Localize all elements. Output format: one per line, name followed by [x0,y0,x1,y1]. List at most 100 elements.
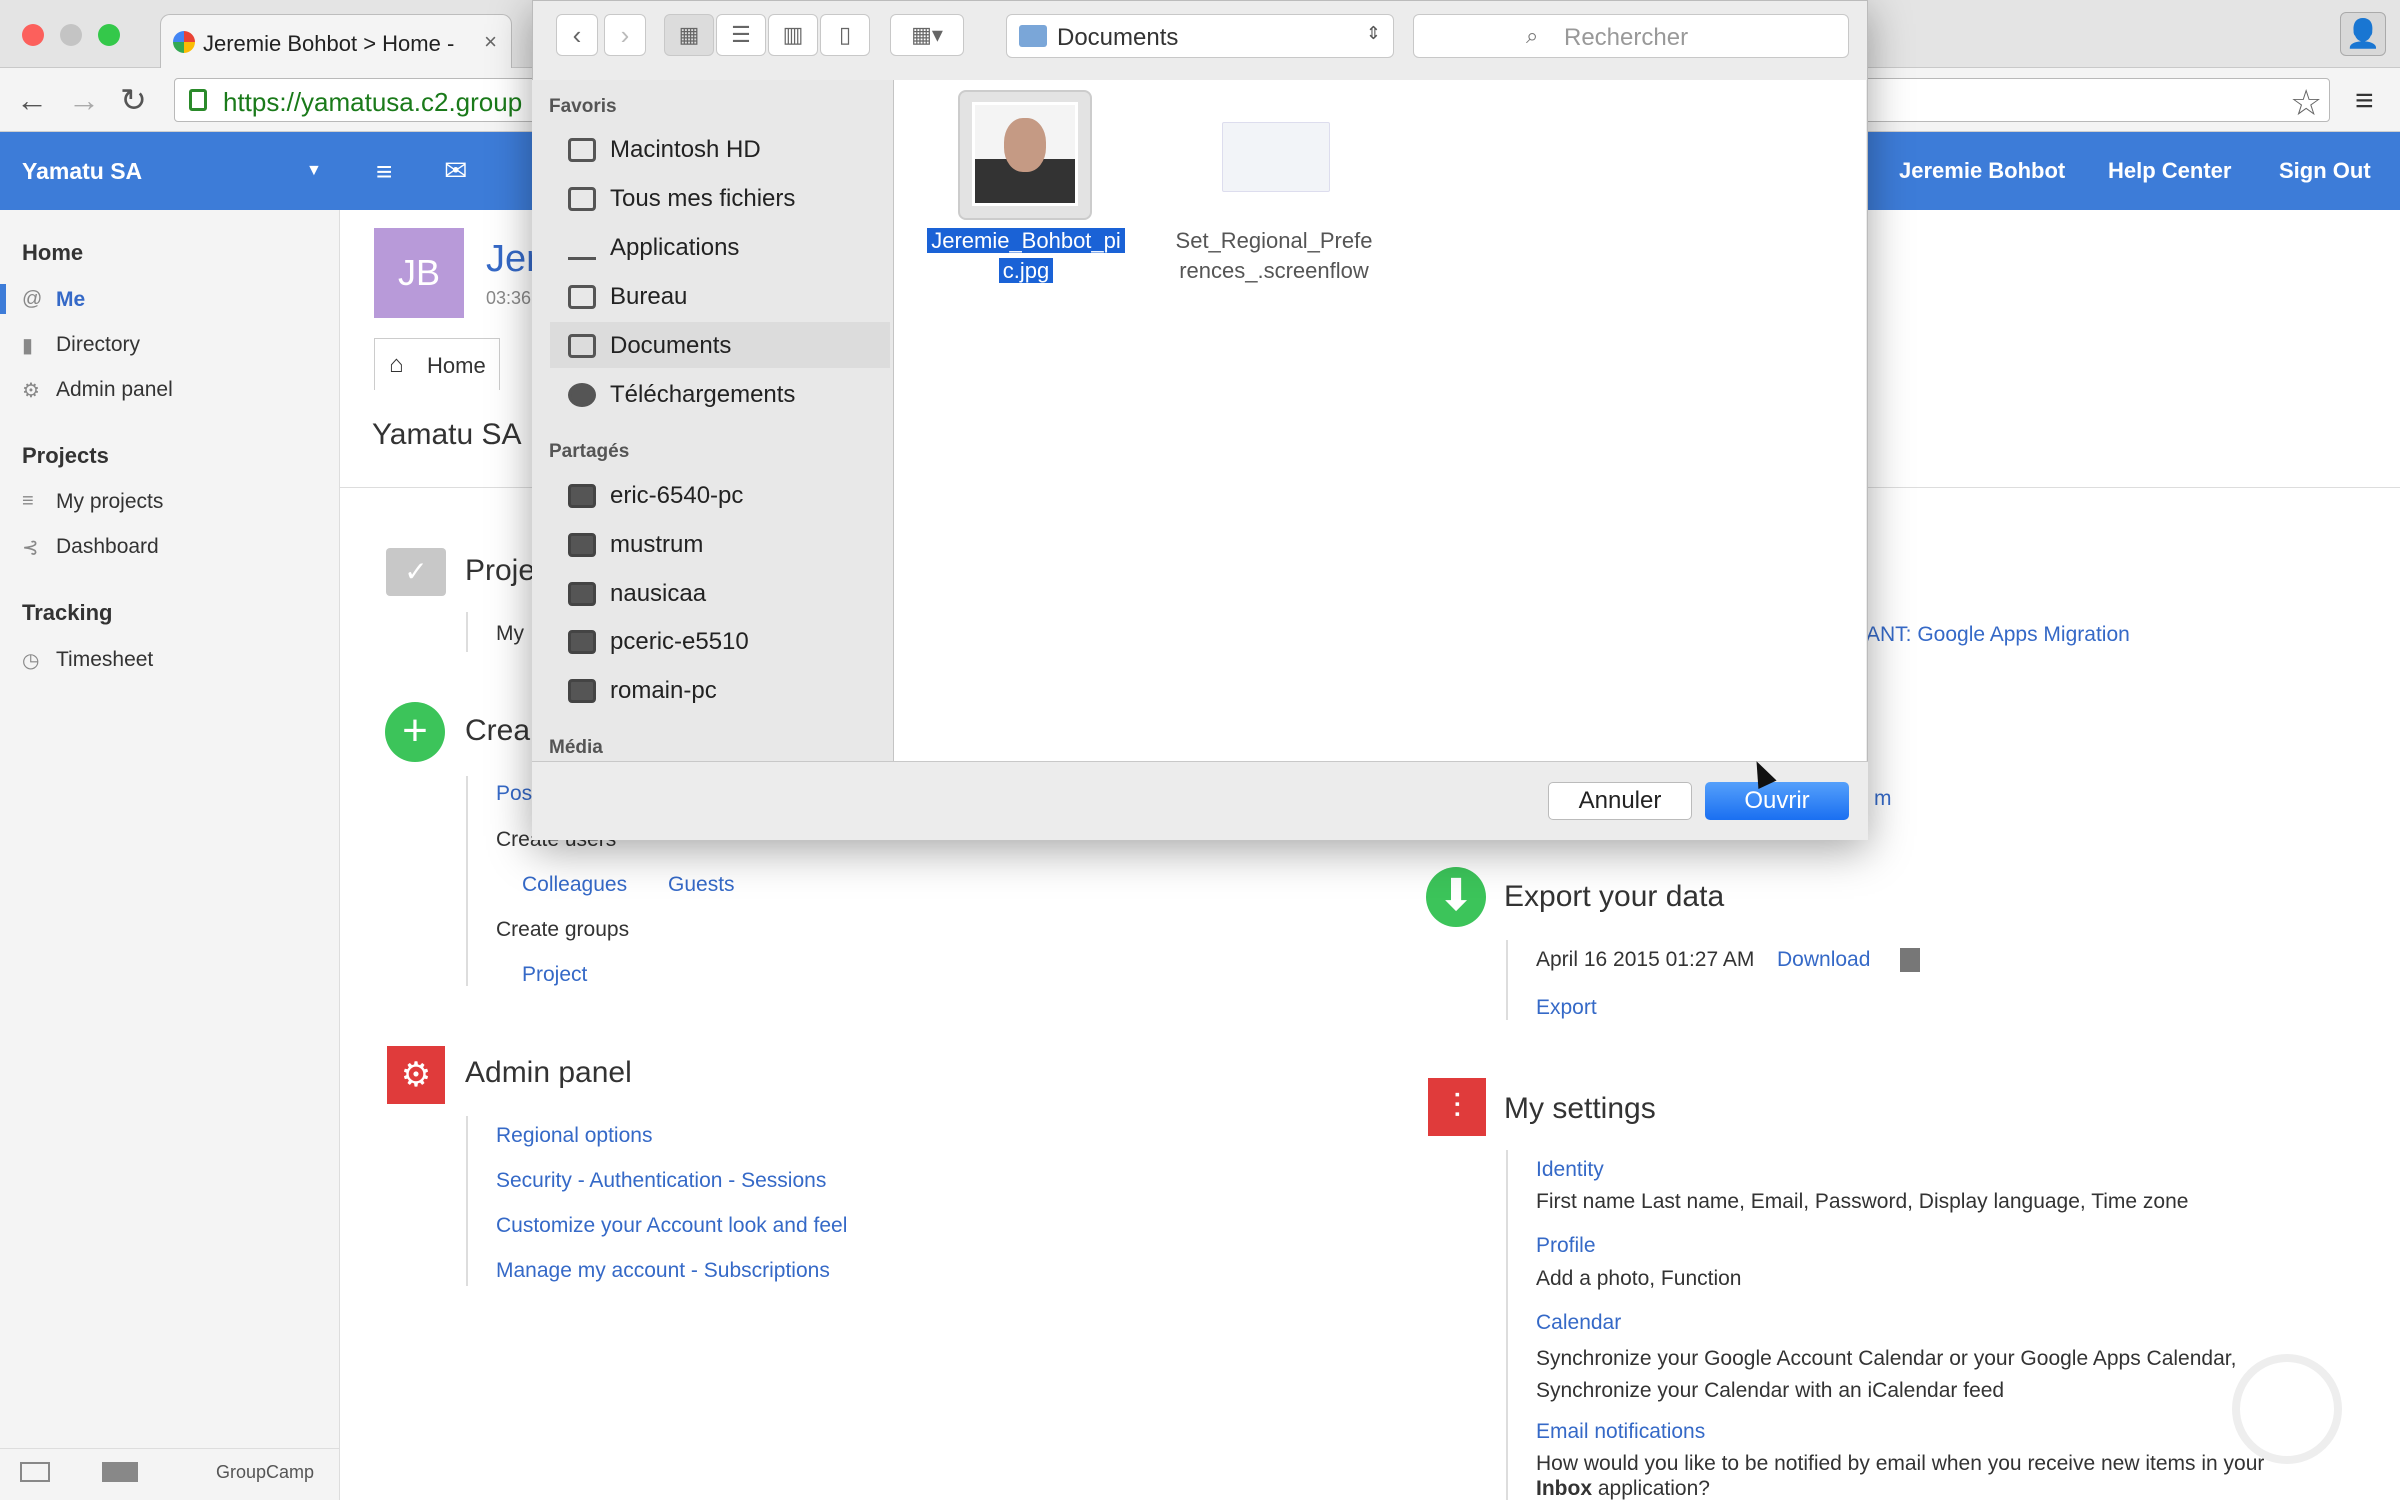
partial-link[interactable]: m [1874,787,1892,811]
icon-view-icon[interactable]: ▦ [664,14,714,56]
sidebar-item-my-projects[interactable]: My projects [56,490,163,514]
post-link[interactable]: Pos [496,782,532,806]
email-notifications-link[interactable]: Email notifications [1536,1420,1705,1444]
back-icon[interactable]: ← [16,84,48,116]
sidebar-item-macintosh-hd[interactable]: Macintosh HD [550,126,890,172]
dialog-forward-icon[interactable]: › [604,14,646,56]
sidebar-item-downloads[interactable]: Téléchargements [550,371,890,417]
dialog-search-input[interactable]: ⌕ Rechercher [1413,14,1849,58]
cancel-button[interactable]: Annuler [1548,782,1692,820]
identity-link[interactable]: Identity [1536,1158,1604,1182]
profile-desc: Add a photo, Function [1536,1267,1742,1290]
reload-icon[interactable]: ↻ [120,84,147,116]
active-indicator [0,284,6,314]
section-rule [1506,1150,1508,1500]
header-user-link[interactable]: Jeremie Bohbot [1899,158,2065,184]
tab-close-icon[interactable]: × [484,29,497,55]
export-link[interactable]: Export [1536,996,1597,1020]
sidebar-heading-tracking[interactable]: Tracking [22,600,112,626]
sidebar-item-label: nausicaa [610,580,707,607]
project-group-link[interactable]: Project [522,963,587,987]
calendar-desc: Synchronize your Google Account Calendar… [1536,1347,2237,1402]
sidebar-heading-home[interactable]: Home [22,240,83,266]
browser-tab[interactable]: Jeremie Bohbot > Home - × [160,14,512,70]
profile-icon[interactable]: 👤 [2340,12,2386,56]
profile-name-partial[interactable]: Jer [486,238,539,281]
keyboard-icon[interactable] [102,1462,138,1482]
create-plus-icon: + [385,702,445,762]
forward-icon[interactable]: → [68,84,100,116]
file-name-line: Jeremie_Bohbot_pi [927,228,1125,253]
customize-link[interactable]: Customize your Account look and feel [496,1214,847,1238]
manage-account-link[interactable]: Manage my account - Subscriptions [496,1259,830,1283]
sidebar-item-label: Tous mes fichiers [610,185,796,212]
minimize-window-button[interactable] [60,24,82,46]
sidebar-item-all-files[interactable]: Tous mes fichiers [550,175,890,221]
sidebar-item-label: Macintosh HD [610,136,761,163]
sidebar-item-dashboard[interactable]: Dashboard [56,535,159,559]
sidebar-item-directory[interactable]: Directory [56,333,140,357]
sidebar-item-computer[interactable]: eric-6540-pc [550,472,890,518]
portrait-face [1004,118,1046,172]
sidebar-heading-projects[interactable]: Projects [22,443,109,469]
settings-sliders-icon: ⫶ [1428,1078,1486,1136]
section-rule [466,1116,468,1286]
list-view-icon[interactable]: ☰ [716,14,766,56]
trash-icon[interactable] [1900,948,1920,972]
arrange-icon[interactable]: ▦▾ [890,14,964,56]
location-select[interactable]: Documents ⇕ [1006,14,1394,58]
help-center-link[interactable]: Help Center [2108,158,2231,184]
list-icon: ≡ [22,490,34,512]
create-heading: Crea [465,714,531,747]
monitor-icon[interactable] [20,1462,50,1482]
bookmark-star-icon[interactable]: ☆ [2290,82,2322,124]
guests-link[interactable]: Guests [668,873,735,897]
inbox-icon[interactable]: ✉ [444,154,467,187]
home-icon: ⌂ [389,351,404,378]
maximize-window-button[interactable] [98,24,120,46]
avatar[interactable]: JB [374,228,464,318]
media-group-label: Média [549,737,603,758]
export-heading: Export your data [1504,880,1725,913]
project-link[interactable]: ANT: Google Apps Migration [1866,623,2130,647]
sidebar-item-timesheet[interactable]: Timesheet [56,648,153,672]
computer-icon [568,484,596,508]
calendar-link[interactable]: Calendar [1536,1311,1621,1335]
search-placeholder: Rechercher [1564,24,1689,51]
tab-home[interactable]: ⌂ Home [374,338,500,390]
dialog-back-icon[interactable]: ‹ [556,14,598,56]
coverflow-view-icon[interactable]: ▯ [820,14,870,56]
security-link[interactable]: Security - Authentication - Sessions [496,1169,826,1193]
profile-link[interactable]: Profile [1536,1234,1596,1258]
sidebar-item-computer[interactable]: pceric-e5510 [550,618,890,664]
colleagues-link[interactable]: Colleagues [522,873,627,897]
column-view-icon[interactable]: ▥ [768,14,818,56]
sidebar-item-label: romain-pc [610,677,717,704]
sidebar-item-me[interactable]: Me [56,288,85,312]
close-window-button[interactable] [22,24,44,46]
documents-icon [568,334,596,358]
sidebar-item-computer[interactable]: romain-pc [550,667,890,713]
open-button[interactable]: Ouvrir [1705,782,1849,820]
sidebar-item-applications[interactable]: Applications [550,224,890,270]
org-dropdown-icon[interactable]: ▼ [306,162,322,180]
sidebar-item-documents[interactable]: Documents [550,322,890,368]
file-name-jpg[interactable]: Jeremie_Bohbot_pi c.jpg [916,226,1136,286]
sidebar-item-admin-panel[interactable]: Admin panel [56,378,173,402]
clock-icon: ◷ [22,650,40,672]
file-name-screenflow[interactable]: Set_Regional_Prefe rences_.screenflow [1148,226,1400,286]
applications-icon [568,236,596,260]
create-groups-label: Create groups [496,918,630,941]
sidebar-item-computer[interactable]: nausicaa [550,570,890,616]
sidebar-item-desktop[interactable]: Bureau [550,273,890,319]
hamburger-icon[interactable]: ≡ [376,156,392,188]
file-thumbnail-screenflow[interactable] [1222,122,1330,192]
sidebar-item-computer[interactable]: mustrum [550,521,890,567]
sign-out-link[interactable]: Sign Out [2279,158,2371,184]
org-name[interactable]: Yamatu SA [22,158,142,185]
org-title: Yamatu SA [372,418,522,451]
download-link[interactable]: Download [1777,948,1870,972]
admin-gear-icon: ⚙ [387,1046,445,1104]
browser-menu-icon[interactable]: ≡ [2355,82,2374,119]
regional-options-link[interactable]: Regional options [496,1124,652,1148]
